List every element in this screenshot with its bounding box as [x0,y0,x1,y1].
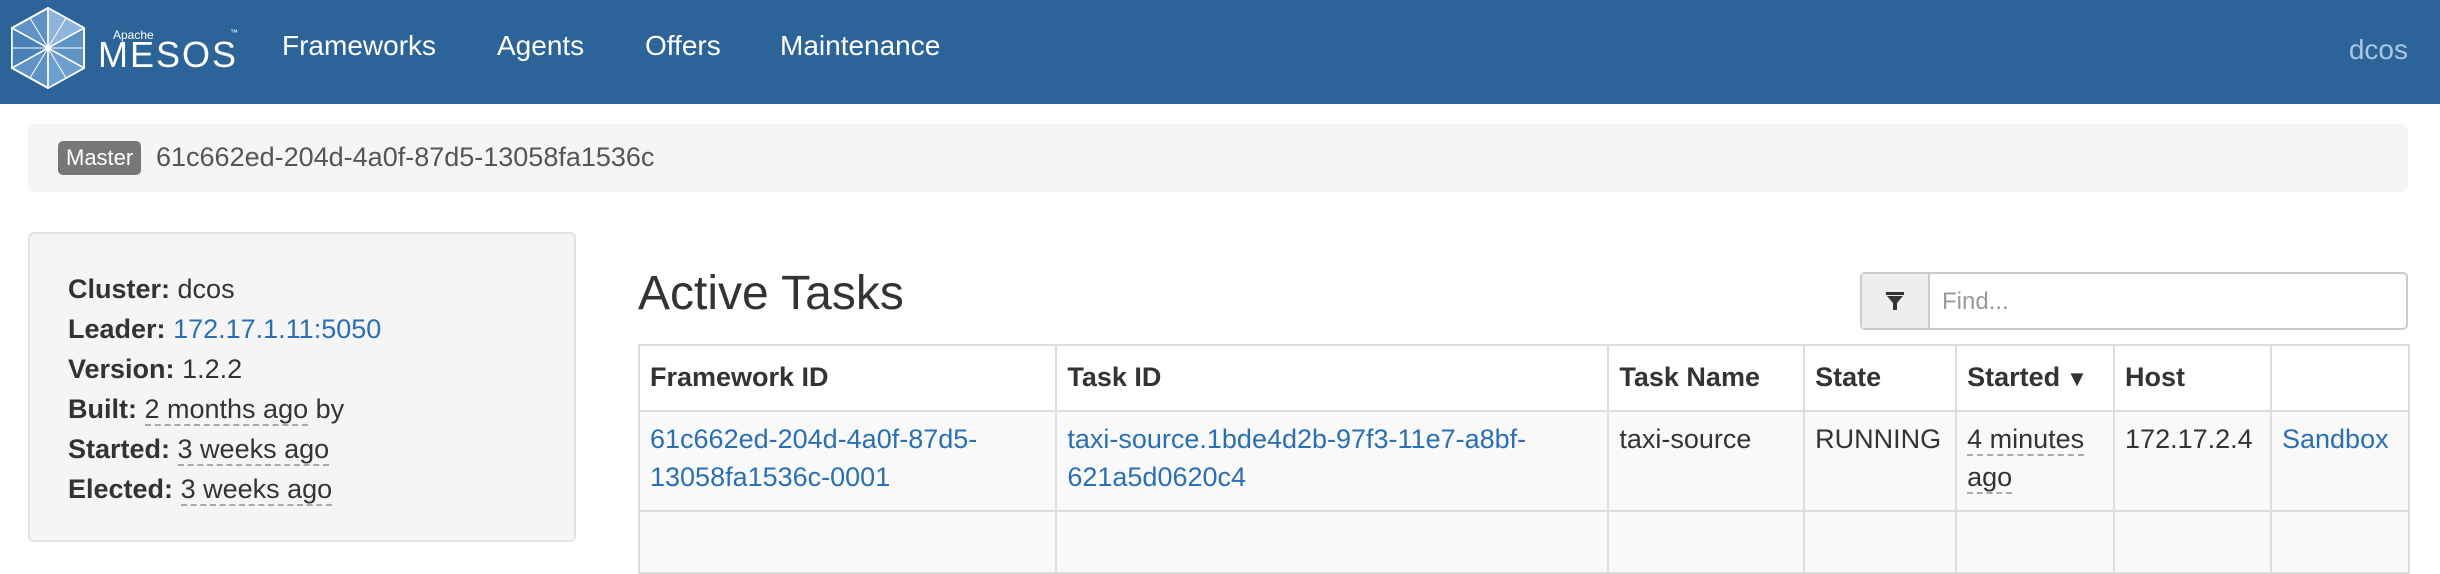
version-label: Version: [68,354,175,384]
sort-desc-icon: ▼ [2066,366,2088,391]
framework-id-line1: 61c662ed-204d-4a0f-87d5- [650,424,978,454]
col-sandbox [2270,344,2410,412]
search-input[interactable] [1930,274,2414,330]
empty-cell [2113,510,2272,574]
logo-trademark: ™ [230,28,238,37]
sandbox-link[interactable]: Sandbox [2282,424,2389,454]
started-line1: 4 minutes [1967,424,2085,456]
task-id-line2: 621a5d0620c4 [1067,462,1247,492]
table-row [637,510,2410,574]
nav-cluster-name[interactable]: dcos [2349,34,2408,66]
empty-cell [1803,510,1958,574]
leader-row: Leader: 172.17.1.11:5050 [68,314,381,345]
logo-mesos-text: MESOS [98,34,239,75]
empty-cell [1055,510,1610,574]
active-tasks-table: Framework ID Task ID Task Name State Sta… [637,344,2410,574]
empty-cell [1607,510,1806,574]
col-task-id[interactable]: Task ID [1055,344,1610,412]
mesos-hexagon-icon [11,6,86,90]
page-title: Active Tasks [638,267,904,320]
task-id-line1: taxi-source.1bde4d2b-97f3-11e7-a8bf- [1067,424,1527,454]
cluster-label: Cluster: [68,274,171,304]
task-id-cell: taxi-source.1bde4d2b-97f3-11e7-a8bf- 621a… [1055,410,1610,512]
col-started[interactable]: Started ▼ [1955,344,2116,412]
task-search [1860,272,2414,330]
started-value: 3 weeks ago [177,434,330,466]
nav-agents[interactable]: Agents [497,30,584,62]
version-value: 1.2.2 [182,354,243,384]
filter-button[interactable] [1862,274,1930,328]
nav-frameworks[interactable]: Frameworks [282,30,436,62]
framework-id-link[interactable]: 61c662ed-204d-4a0f-87d5- 13058fa1536c-000… [650,424,977,492]
master-badge: Master [58,141,142,175]
built-value: 2 months ago [144,394,309,426]
built-row: Built: 2 months ago by [68,394,345,426]
started-label: Started: [68,434,171,464]
empty-cell [2270,510,2410,574]
cluster-row: Cluster: dcos [68,274,235,305]
col-state[interactable]: State [1803,344,1958,412]
breadcrumb: Master 61c662ed-204d-4a0f-87d5-13058fa15… [28,124,2408,192]
table-header-row: Framework ID Task ID Task Name State Sta… [637,344,2410,412]
framework-id-cell: 61c662ed-204d-4a0f-87d5- 13058fa1536c-000… [637,410,1058,512]
framework-id-line2: 13058fa1536c-0001 [650,462,891,492]
col-started-label: Started [1967,362,2061,392]
col-host[interactable]: Host [2113,344,2272,412]
empty-cell [1955,510,2116,574]
elected-label: Elected: [68,474,174,504]
version-row: Version: 1.2.2 [68,354,242,385]
table-row: 61c662ed-204d-4a0f-87d5- 13058fa1536c-000… [637,410,2410,512]
elected-row: Elected: 3 weeks ago [68,474,333,506]
top-navbar: Apache MESOS ™ Frameworks Agents Offers … [0,0,2440,104]
empty-cell [637,510,1058,574]
built-suffix: by [315,394,345,424]
task-id-link[interactable]: taxi-source.1bde4d2b-97f3-11e7-a8bf- 621a… [1067,424,1526,492]
cluster-value: dcos [177,274,235,304]
state-cell: RUNNING [1803,410,1958,512]
started-line2: ago [1967,462,2013,494]
built-label: Built: [68,394,137,424]
host-cell: 172.17.2.4 [2113,410,2272,512]
filter-icon [1886,292,1904,310]
leader-link[interactable]: 172.17.1.11:5050 [173,314,381,344]
started-row: Started: 3 weeks ago [68,434,330,466]
mesos-logo[interactable]: Apache MESOS ™ [10,6,250,96]
col-task-name[interactable]: Task Name [1607,344,1806,412]
task-name-cell: taxi-source [1607,410,1806,512]
cluster-info-panel: Cluster: dcos Leader: 172.17.1.11:5050 V… [28,232,576,542]
sandbox-cell: Sandbox [2270,410,2410,512]
nav-maintenance[interactable]: Maintenance [780,30,940,62]
col-framework-id[interactable]: Framework ID [637,344,1058,412]
master-id: 61c662ed-204d-4a0f-87d5-13058fa1536c [156,142,655,172]
nav-offers[interactable]: Offers [645,30,721,62]
started-cell: 4 minutes ago [1955,410,2116,512]
leader-label: Leader: [68,314,166,344]
elected-value: 3 weeks ago [180,474,333,506]
